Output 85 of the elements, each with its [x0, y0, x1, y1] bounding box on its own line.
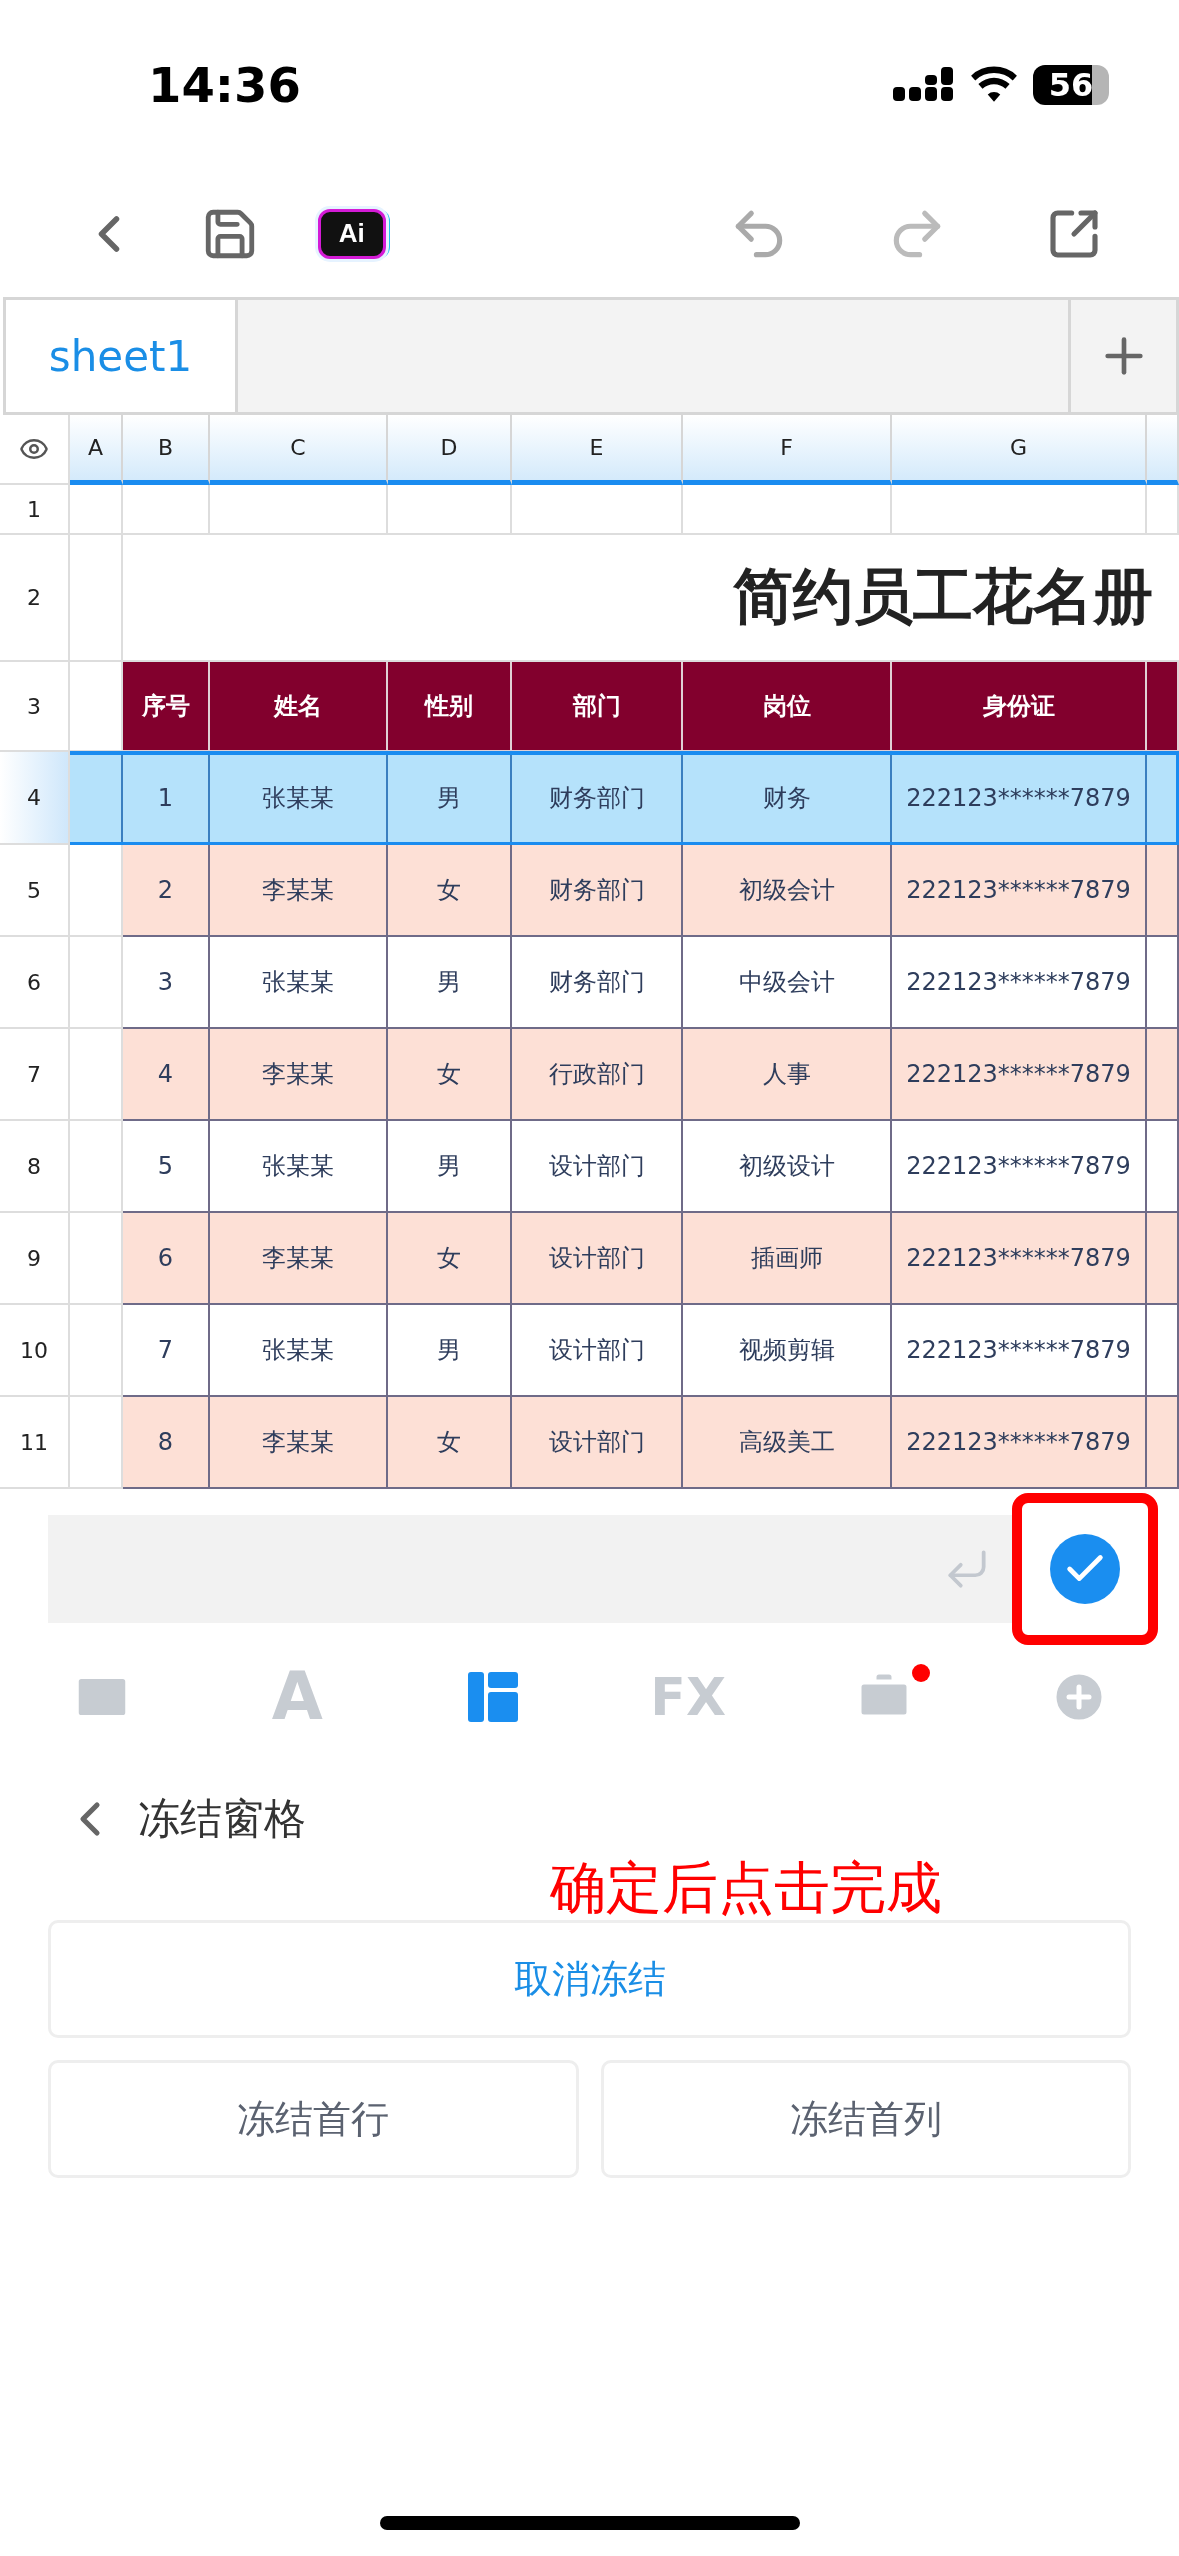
table-cell: 222123******7879 — [892, 1029, 1147, 1121]
table-cell: 设计部门 — [512, 1397, 683, 1489]
table-cell: 女 — [388, 1213, 512, 1305]
table-cell: 中级会计 — [683, 937, 892, 1029]
table-cell: 李某某 — [210, 845, 388, 937]
table-cell: 女 — [388, 1397, 512, 1489]
row-number[interactable]: 7 — [0, 1029, 70, 1121]
table-cell: 张某某 — [210, 752, 388, 845]
option-button[interactable]: 冻结首行 — [48, 2060, 579, 2178]
table-cell: 男 — [388, 1305, 512, 1397]
row-number[interactable]: 9 — [0, 1213, 70, 1305]
table-cell: 设计部门 — [512, 1305, 683, 1397]
table-cell: 3 — [123, 937, 210, 1029]
table-cell: 财务部门 — [512, 937, 683, 1029]
table-cell: 女 — [388, 845, 512, 937]
table-cell: 222123******7879 — [892, 1397, 1147, 1489]
table-cell: 4 — [123, 1029, 210, 1121]
table-cell: 李某某 — [210, 1029, 388, 1121]
column-header[interactable]: E — [512, 415, 683, 485]
annotation-text: 确定后点击完成 — [550, 1854, 942, 1922]
table-cell: 行政部门 — [512, 1029, 683, 1121]
row-number[interactable]: 1 — [0, 485, 70, 535]
panel-title: 冻结窗格 — [138, 1793, 306, 1845]
table-cell: 8 — [123, 1397, 210, 1489]
table-cell: 2 — [123, 845, 210, 937]
column-header[interactable] — [1147, 415, 1179, 485]
table-cell: 人事 — [683, 1029, 892, 1121]
table-cell: 男 — [388, 937, 512, 1029]
table-cell — [70, 485, 123, 535]
table-cell: 设计部门 — [512, 1121, 683, 1213]
column-header[interactable]: A — [70, 415, 123, 485]
column-title: 性别 — [388, 662, 512, 752]
column-header[interactable]: F — [683, 415, 892, 485]
formula-input[interactable] — [48, 1515, 1012, 1623]
table-cell: 高级美工 — [683, 1397, 892, 1489]
table-cell: 6 — [123, 1213, 210, 1305]
row-number[interactable]: 8 — [0, 1121, 70, 1213]
table-cell: 5 — [123, 1121, 210, 1213]
table-cell: 设计部门 — [512, 1213, 683, 1305]
row-number[interactable]: 2 — [0, 535, 70, 662]
column-header[interactable]: G — [892, 415, 1147, 485]
column-title: 姓名 — [210, 662, 388, 752]
table-cell: 222123******7879 — [892, 937, 1147, 1029]
table-cell: 女 — [388, 1029, 512, 1121]
column-header[interactable]: D — [388, 415, 512, 485]
table-cell: 男 — [388, 1121, 512, 1213]
table-cell: 李某某 — [210, 1397, 388, 1489]
visibility-toggle[interactable] — [0, 415, 70, 485]
table-cell: 男 — [388, 752, 512, 845]
column-title: 序号 — [123, 662, 210, 752]
column-title: 岗位 — [683, 662, 892, 752]
table-cell: 财务部门 — [512, 845, 683, 937]
row-number[interactable]: 3 — [0, 662, 70, 752]
option-button[interactable]: 冻结首列 — [600, 2060, 1131, 2178]
row-number[interactable]: 10 — [0, 1305, 70, 1397]
column-title: 部门 — [512, 662, 683, 752]
table-cell: 222123******7879 — [892, 845, 1147, 937]
row-number[interactable]: 5 — [0, 845, 70, 937]
clock: 14:36 — [148, 57, 301, 113]
column-header[interactable]: C — [210, 415, 388, 485]
row-number[interactable]: 11 — [0, 1397, 70, 1489]
table-cell: 7 — [123, 1305, 210, 1397]
table-cell: 初级会计 — [683, 845, 892, 937]
row-number[interactable]: 4 — [0, 752, 70, 845]
layout-icon — [467, 1671, 518, 1722]
ai-button[interactable]: Ai — [307, 193, 397, 274]
table-cell: 财务部门 — [512, 752, 683, 845]
table-cell: 视频剪辑 — [683, 1305, 892, 1397]
table-cell: 插画师 — [683, 1213, 892, 1305]
battery-indicator: 56 — [1033, 65, 1109, 105]
column-header[interactable]: B — [123, 415, 210, 485]
column-title: 身份证 — [892, 662, 1147, 752]
table-cell: 222123******7879 — [892, 1305, 1147, 1397]
table-cell: 222123******7879 — [892, 752, 1147, 845]
table-cell: 财务 — [683, 752, 892, 845]
table-cell: 张某某 — [210, 1121, 388, 1213]
row-number[interactable]: 6 — [0, 937, 70, 1029]
table-cell: 222123******7879 — [892, 1213, 1147, 1305]
wifi-icon — [969, 66, 1019, 104]
table-cell: 222123******7879 — [892, 1121, 1147, 1213]
table-cell: 1 — [123, 752, 210, 845]
table-cell: 张某某 — [210, 1305, 388, 1397]
table-cell: 张某某 — [210, 937, 388, 1029]
table-cell: 李某某 — [210, 1213, 388, 1305]
table-cell: 初级设计 — [683, 1121, 892, 1213]
